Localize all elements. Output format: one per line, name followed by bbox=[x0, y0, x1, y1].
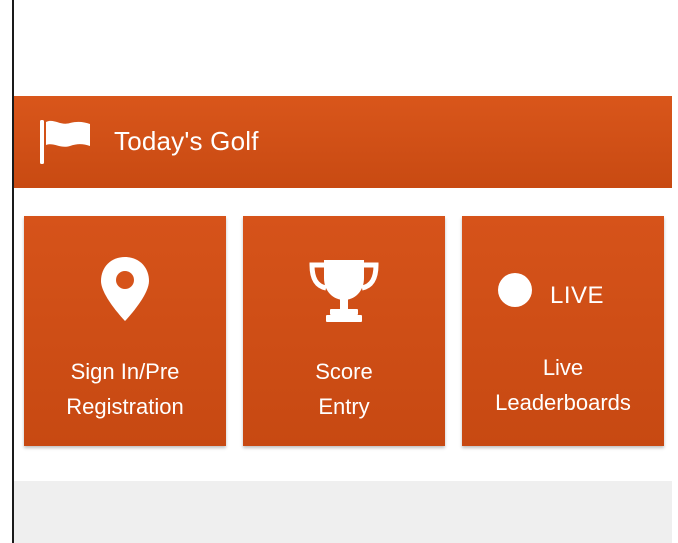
live-leaderboards-tile[interactable]: LIVE Live Leaderboards bbox=[462, 216, 664, 446]
bottom-gray-bar bbox=[14, 481, 672, 543]
sign-in-tile-label: Sign In/Pre Registration bbox=[24, 354, 226, 424]
header-title: Today's Golf bbox=[114, 126, 259, 156]
sign-in-label-line1: Sign In/Pre bbox=[70, 359, 180, 384]
flag-icon bbox=[40, 120, 90, 164]
app-screen: Today's Golf Sign In/Pre Registration Sc… bbox=[14, 0, 672, 543]
sign-in-tile[interactable]: Sign In/Pre Registration bbox=[24, 216, 226, 446]
live-badge: LIVE bbox=[498, 270, 604, 310]
live-dot-icon bbox=[498, 273, 532, 307]
live-leaderboards-tile-label: Live Leaderboards bbox=[462, 350, 664, 420]
header-bar: Today's Golf bbox=[14, 96, 672, 188]
live-label-line2: Leaderboards bbox=[495, 390, 631, 415]
score-entry-label-line2: Entry bbox=[318, 394, 370, 419]
score-entry-tile[interactable]: Score Entry bbox=[243, 216, 445, 446]
top-blank-area bbox=[14, 0, 672, 96]
sign-in-label-line2: Registration bbox=[66, 394, 184, 419]
score-entry-tile-label: Score Entry bbox=[243, 354, 445, 424]
tiles-grid: Sign In/Pre Registration Score Entry LIV… bbox=[14, 188, 672, 481]
score-entry-label-line1: Score bbox=[315, 359, 373, 384]
live-badge-text: LIVE bbox=[550, 282, 605, 309]
location-pin-icon bbox=[24, 256, 226, 336]
live-label-line1: Live bbox=[542, 355, 584, 380]
trophy-icon bbox=[243, 256, 445, 336]
